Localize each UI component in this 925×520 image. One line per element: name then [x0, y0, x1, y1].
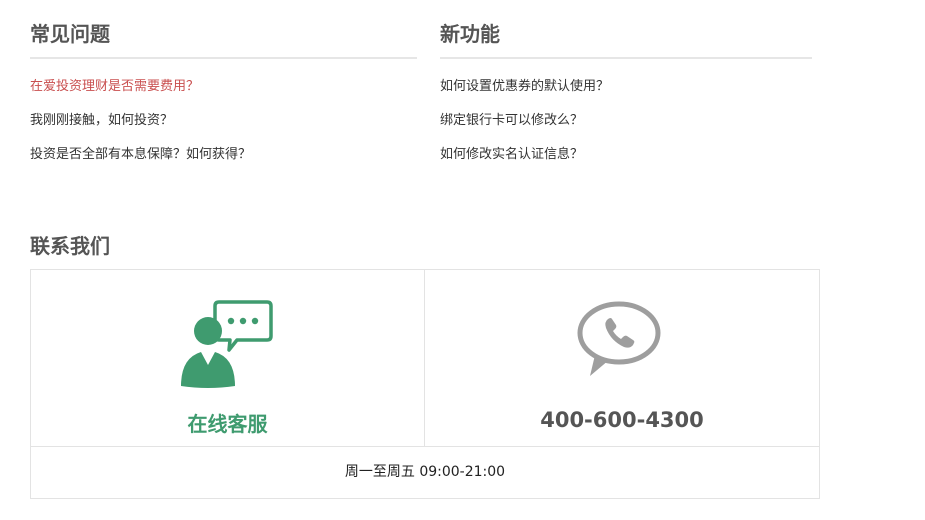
faq-divider: [30, 57, 417, 59]
contact-box: 在线客服 400-600-4300 周一至周五 09:00-21:00: [30, 269, 820, 499]
service-hours: 周一至周五 09:00-21:00: [31, 446, 819, 499]
new-features-title: 新功能: [440, 22, 500, 46]
faq-title: 常见问题: [30, 22, 110, 46]
customer-service-agent-icon: [181, 300, 273, 388]
feature-item-real-name[interactable]: 如何修改实名认证信息？: [440, 146, 583, 164]
feature-item-bank-card[interactable]: 绑定银行卡可以修改么？: [440, 112, 583, 130]
feature-item-coupon-default[interactable]: 如何设置优惠券的默认使用？: [440, 78, 609, 96]
faq-item-principal-guarantee[interactable]: 投资是否全部有本息保障？如何获得？: [30, 146, 251, 164]
online-service-label: 在线客服: [187, 412, 268, 436]
faq-item-how-to-invest[interactable]: 我刚刚接触，如何投资？: [30, 112, 173, 130]
contact-title: 联系我们: [30, 234, 110, 258]
phone-number: 400-600-4300: [540, 408, 704, 432]
phone-speech-bubble-icon: [577, 301, 661, 376]
faq-item-fees[interactable]: 在爱投资理财是否需要费用？: [30, 78, 199, 96]
phone-panel: 400-600-4300: [425, 270, 819, 446]
online-service-button[interactable]: 在线客服: [31, 270, 425, 446]
help-page: 常见问题 在爱投资理财是否需要费用？ 我刚刚接触，如何投资？ 投资是否全部有本息…: [0, 0, 925, 520]
new-features-divider: [440, 57, 812, 59]
